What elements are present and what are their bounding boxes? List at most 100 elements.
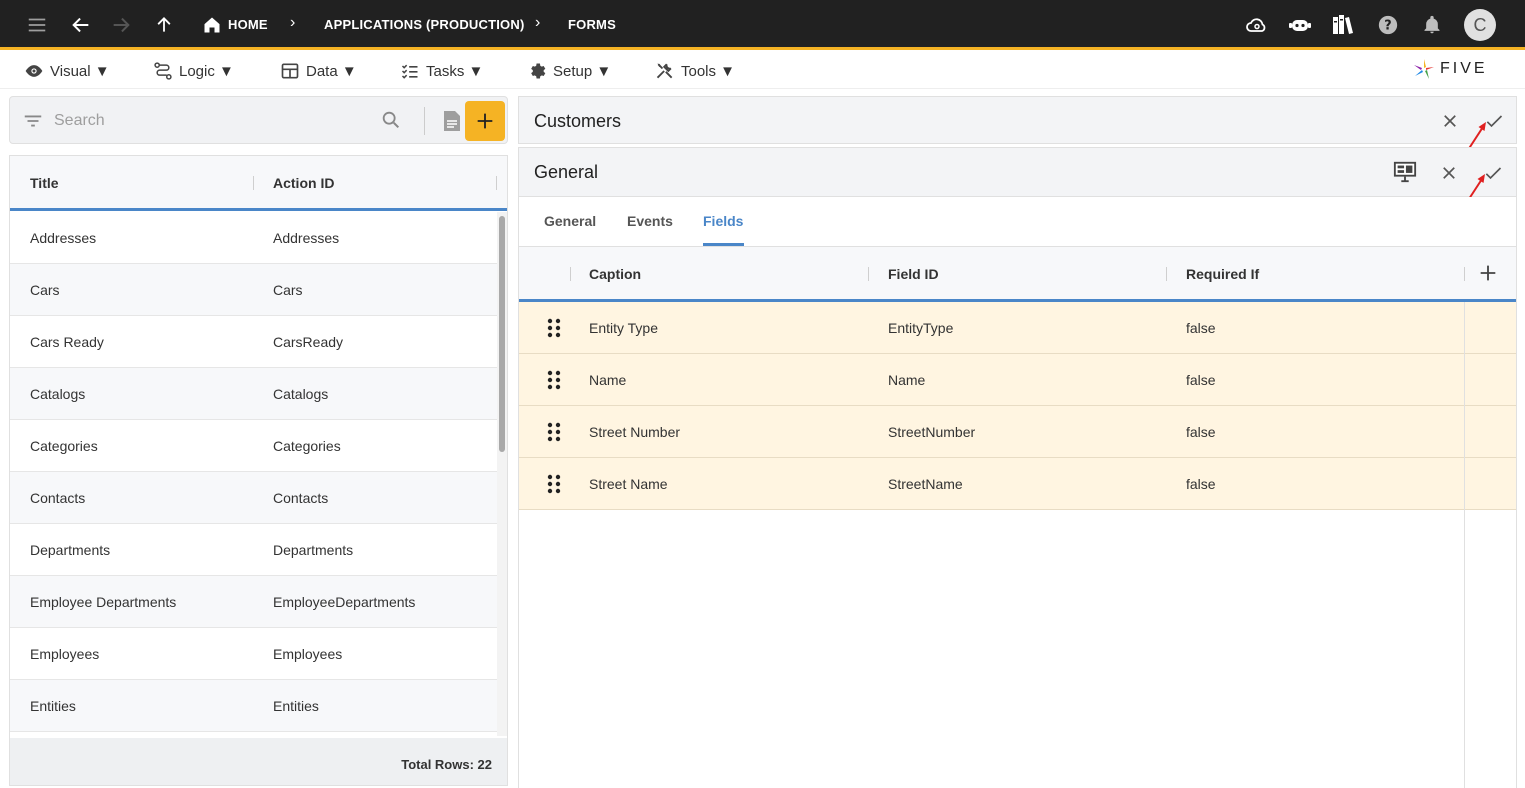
- column-header-field-id[interactable]: Field ID: [888, 266, 939, 282]
- table-row[interactable]: Addresses Addresses: [10, 212, 497, 264]
- library-books-icon[interactable]: [1330, 12, 1356, 38]
- menu-setup[interactable]: Setup ▼: [527, 59, 611, 83]
- column-header-caption[interactable]: Caption: [589, 266, 641, 282]
- drag-handle-icon[interactable]: [547, 422, 561, 442]
- help-icon[interactable]: ?: [1375, 12, 1401, 38]
- drag-handle-icon[interactable]: [547, 474, 561, 494]
- row-required-if: false: [1186, 320, 1216, 336]
- close-icon[interactable]: [1437, 161, 1461, 185]
- column-divider: [253, 176, 254, 190]
- table-row[interactable]: Entities Entities: [10, 680, 497, 732]
- column-divider: [1166, 267, 1167, 281]
- row-action-id: Employees: [273, 646, 343, 662]
- breadcrumb-applications[interactable]: APPLICATIONS (PRODUCTION): [324, 17, 524, 32]
- table-row[interactable]: Catalogs Catalogs: [10, 368, 497, 420]
- general-panel-header: General: [518, 147, 1517, 203]
- menu-data-label: Data ▼: [306, 62, 357, 80]
- forward-arrow-icon[interactable]: [108, 12, 134, 38]
- drag-handle-icon[interactable]: [547, 318, 561, 338]
- row-title: Departments: [30, 542, 111, 558]
- hamburger-menu-icon[interactable]: [24, 12, 50, 38]
- table-row[interactable]: Departments Departments: [10, 524, 497, 576]
- monitor-preview-icon[interactable]: [1393, 160, 1417, 184]
- row-action-id: Addresses: [273, 230, 340, 246]
- fields-table-rows: Entity Type EntityType false Name Name f…: [519, 302, 1516, 510]
- cloud-settings-icon[interactable]: [1244, 12, 1270, 38]
- back-arrow-icon[interactable]: [68, 12, 94, 38]
- menu-tools[interactable]: Tools ▼: [655, 59, 735, 83]
- active-tab-indicator: [703, 243, 744, 246]
- menu-tasks[interactable]: Tasks ▼: [400, 59, 483, 83]
- tab-general[interactable]: General: [544, 213, 596, 229]
- table-row[interactable]: Cars Cars: [10, 264, 497, 316]
- row-action-id: CarsReady: [273, 334, 344, 350]
- column-divider: [496, 176, 497, 190]
- row-title: Cars: [30, 282, 60, 298]
- user-avatar[interactable]: C: [1464, 9, 1496, 41]
- column-divider: [868, 267, 869, 281]
- table-row[interactable]: Street Name StreetName false: [519, 458, 1516, 510]
- forms-list-rows: Addresses Addresses Cars Cars Cars Ready Ca…: [10, 212, 497, 732]
- plus-icon: [477, 113, 493, 129]
- table-row[interactable]: Name Name false: [519, 354, 1516, 406]
- table-row[interactable]: Street Number StreetNumber false: [519, 406, 1516, 458]
- panel-title-general: General: [534, 162, 599, 182]
- table-row[interactable]: Employees Employees: [10, 628, 497, 680]
- column-divider: [570, 267, 571, 281]
- notifications-bell-icon[interactable]: [1419, 12, 1445, 38]
- table-row[interactable]: Categories Categories: [10, 420, 497, 472]
- table-row[interactable]: Employee Departments EmployeeDepartments: [10, 576, 497, 628]
- menu-visual[interactable]: Visual ▼: [24, 59, 110, 83]
- five-logo: FIVE: [1412, 57, 1488, 81]
- scrollbar-thumb[interactable]: [499, 216, 505, 452]
- row-action-id: Departments: [273, 542, 354, 558]
- tab-fields[interactable]: Fields: [703, 213, 743, 229]
- fields-table-header: Caption Field ID Required If: [519, 247, 1516, 302]
- column-header-title[interactable]: Title: [30, 175, 59, 191]
- table-row[interactable]: Entity Type EntityType false: [519, 302, 1516, 354]
- search-icon[interactable]: [380, 109, 402, 136]
- row-field-id: EntityType: [888, 320, 954, 336]
- row-action-id: Contacts: [273, 490, 329, 506]
- table-row[interactable]: Cars Ready CarsReady: [10, 316, 497, 368]
- row-field-id: StreetName: [888, 476, 963, 492]
- close-icon[interactable]: [1438, 109, 1462, 133]
- breadcrumb-forms[interactable]: FORMS: [568, 17, 616, 32]
- action-column-divider: [1464, 302, 1465, 788]
- row-title: Catalogs: [30, 386, 86, 402]
- row-required-if: false: [1186, 372, 1216, 388]
- menu-data[interactable]: Data ▼: [280, 59, 357, 83]
- document-icon[interactable]: [440, 107, 464, 135]
- menu-setup-label: Setup ▼: [553, 62, 612, 80]
- drag-handle-icon[interactable]: [547, 370, 561, 390]
- column-header-action-id[interactable]: Action ID: [273, 175, 334, 191]
- row-title: Cars Ready: [30, 334, 104, 350]
- chatbot-icon[interactable]: [1287, 12, 1313, 38]
- forms-list: Title Action ID Addresses Addresses Cars C…: [9, 155, 508, 786]
- breadcrumb-home[interactable]: HOME: [228, 17, 268, 32]
- menu-logic[interactable]: Logic ▼: [153, 59, 234, 83]
- top-bar: HOME › APPLICATIONS (PRODUCTION) › FORMS…: [0, 0, 1525, 50]
- gear-icon: [531, 63, 546, 79]
- row-action-id: EmployeeDepartments: [273, 594, 416, 610]
- up-arrow-icon[interactable]: [151, 12, 177, 38]
- row-title: Employee Departments: [30, 594, 177, 610]
- filter-icon[interactable]: [22, 110, 44, 137]
- column-header-required-if[interactable]: Required If: [1186, 266, 1259, 282]
- add-field-plus-icon[interactable]: [1477, 262, 1501, 286]
- tab-events[interactable]: Events: [627, 213, 673, 229]
- toolbar-divider: [424, 107, 425, 135]
- tools-icon: [656, 63, 673, 79]
- add-record-button[interactable]: [465, 101, 505, 141]
- home-icon[interactable]: [199, 12, 225, 38]
- search-input[interactable]: [54, 109, 374, 133]
- chevron-right-icon: ›: [290, 14, 296, 31]
- search-bar: [9, 96, 508, 144]
- row-action-id: Catalogs: [273, 386, 329, 402]
- table-row[interactable]: Contacts Contacts: [10, 472, 497, 524]
- menu-tools-label: Tools ▼: [681, 62, 736, 80]
- menu-tasks-label: Tasks ▼: [426, 62, 484, 80]
- customers-panel-header: Customers: [518, 96, 1517, 151]
- row-required-if: false: [1186, 424, 1216, 440]
- total-rows: Total Rows: 22: [401, 757, 492, 772]
